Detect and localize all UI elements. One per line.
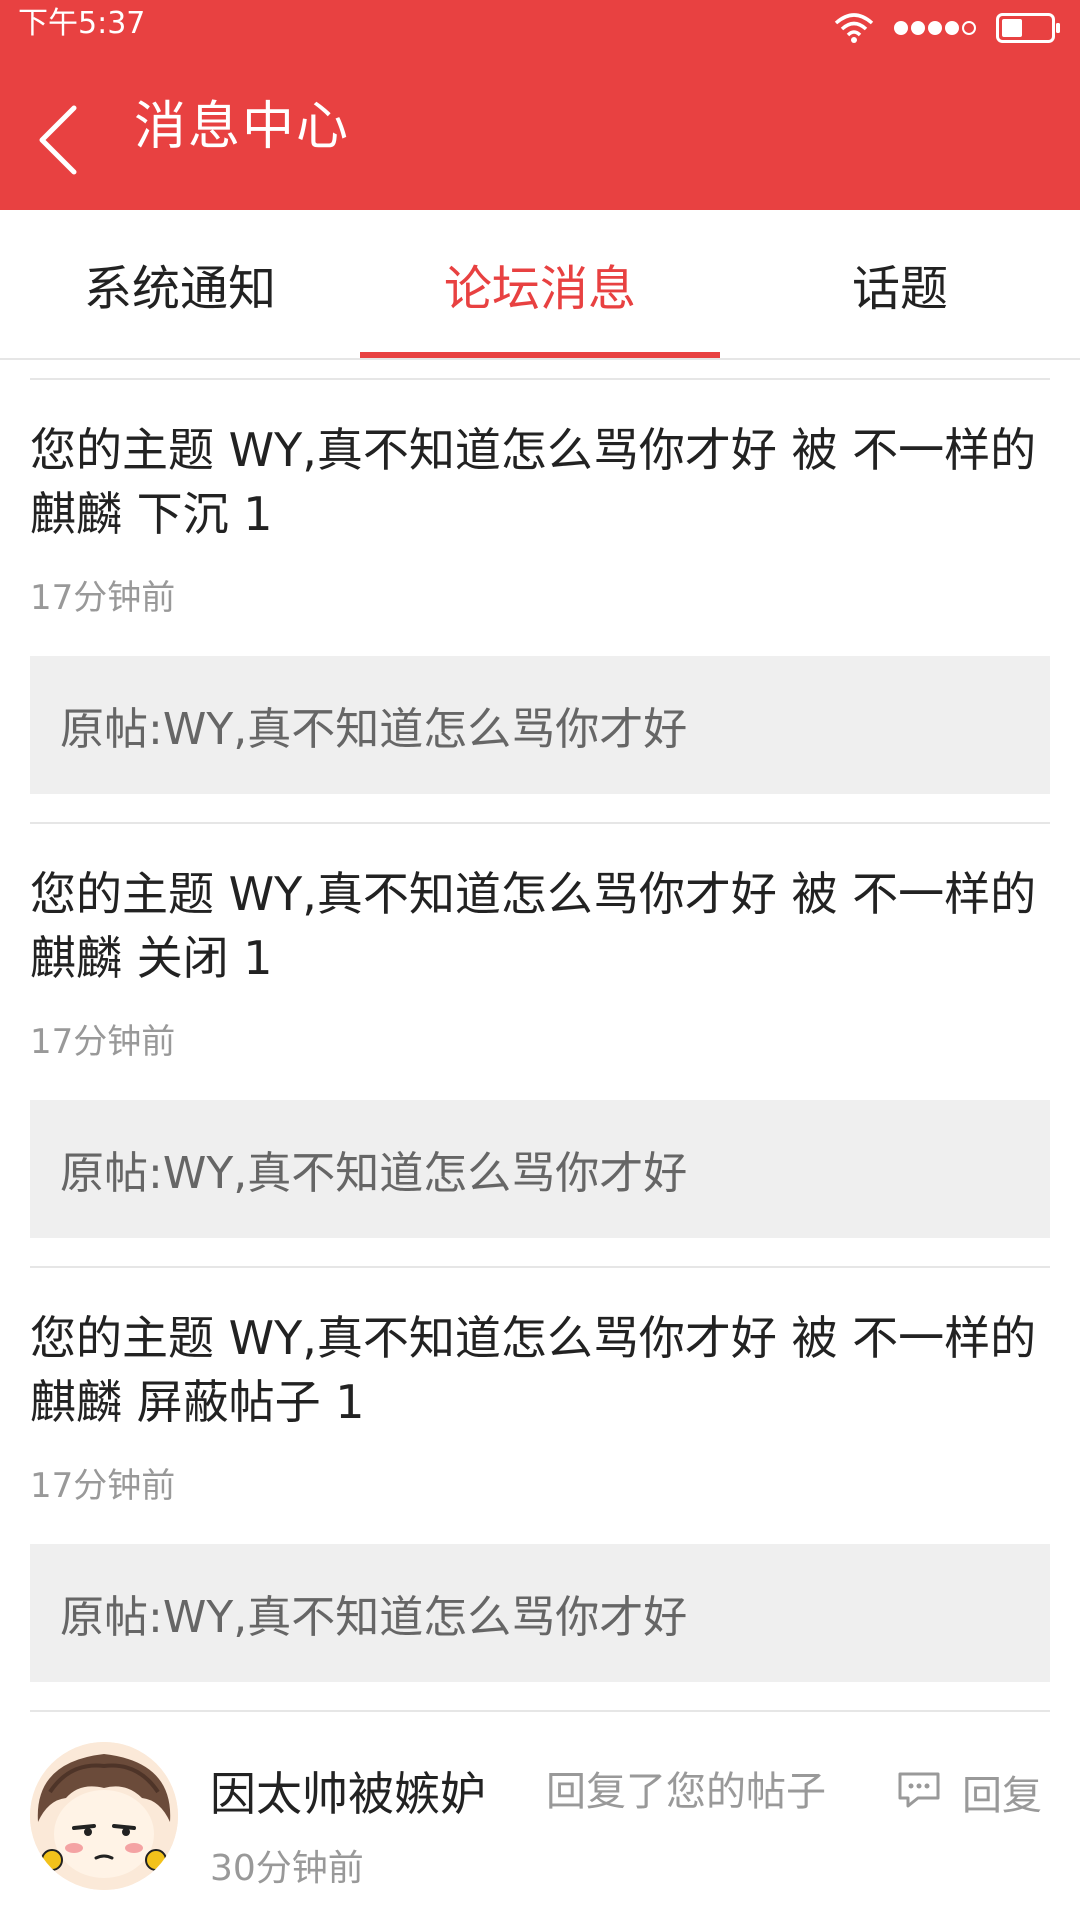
reply-button-label: 回复 <box>962 1773 1042 1819</box>
original-post-quote[interactable]: 原帖:WY,真不知道怎么骂你才好 <box>30 1100 1050 1238</box>
message-time: 17分钟前 <box>30 1022 176 1062</box>
list-divider <box>30 1266 1050 1268</box>
message-title[interactable]: 您的主题 WY,真不知道怎么骂你才好 被 不一样的麒麟 下沉 1 <box>30 418 1050 546</box>
reply-button[interactable]: 回复 <box>896 1762 1042 1822</box>
reply-user-name[interactable]: 因太帅被嫉妒 <box>210 1764 486 1824</box>
cartoon-boy-avatar[interactable] <box>30 1742 178 1890</box>
reply-time: 30分钟前 <box>210 1848 364 1889</box>
back-arrow-icon[interactable] <box>30 100 90 180</box>
message-time: 17分钟前 <box>30 1466 176 1506</box>
wifi-icon <box>834 13 874 43</box>
title-bar: 消息中心 <box>0 50 1080 210</box>
comment-bubble-icon <box>896 1770 942 1814</box>
message-time: 17分钟前 <box>30 578 176 618</box>
signal-icon <box>892 18 978 38</box>
message-title[interactable]: 您的主题 WY,真不知道怎么骂你才好 被 不一样的麒麟 屏蔽帖子 1 <box>30 1306 1050 1434</box>
active-tab-indicator <box>360 352 720 358</box>
status-icons <box>834 10 1062 46</box>
list-divider <box>30 378 1050 380</box>
list-divider <box>30 1710 1050 1712</box>
app-header: 下午5:37 消息中心 <box>0 0 1080 210</box>
page-title: 消息中心 <box>134 97 351 157</box>
tab-topics[interactable]: 话题 <box>720 210 1080 358</box>
original-post-quote[interactable]: 原帖:WY,真不知道怎么骂你才好 <box>30 656 1050 794</box>
battery-icon <box>996 13 1062 43</box>
list-divider <box>30 822 1050 824</box>
message-title[interactable]: 您的主题 WY,真不知道怎么骂你才好 被 不一样的麒麟 关闭 1 <box>30 862 1050 990</box>
tab-forum-messages[interactable]: 论坛消息 <box>360 210 720 358</box>
status-time: 下午5:37 <box>18 6 146 41</box>
status-bar: 下午5:37 <box>0 0 1080 50</box>
original-post-quote[interactable]: 原帖:WY,真不知道怎么骂你才好 <box>30 1544 1050 1682</box>
tab-system-notice[interactable]: 系统通知 <box>0 210 360 358</box>
reply-action-text: 回复了您的帖子 <box>546 1769 826 1815</box>
tab-bar: 系统通知 论坛消息 话题 <box>0 210 1080 360</box>
